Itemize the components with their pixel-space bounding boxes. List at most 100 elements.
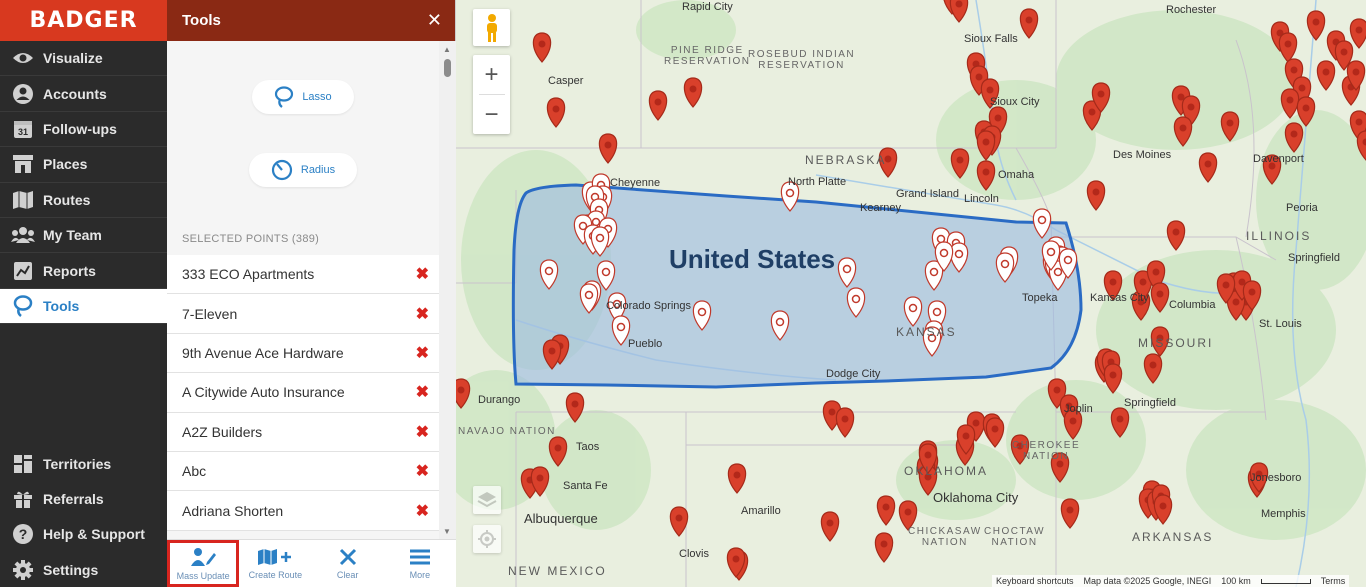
logo-text: BADGER <box>29 8 138 33</box>
sidebar-item-routes[interactable]: Routes <box>0 183 167 218</box>
city-label: Dodge City <box>826 368 881 380</box>
map-pin-dot <box>538 40 546 48</box>
city-label: Springfield <box>1288 252 1340 264</box>
city-label: Columbia <box>1169 299 1216 311</box>
remove-icon[interactable]: ✖ <box>416 461 429 481</box>
mass-update-icon <box>191 547 217 566</box>
sidebar-item-help-support[interactable]: ? Help & Support <box>0 517 167 552</box>
menu-icon <box>409 549 430 564</box>
scroll-down-icon[interactable]: ▼ <box>443 527 451 536</box>
sidebar-item-territories[interactable]: Territories <box>0 446 167 481</box>
zoom-out-button[interactable]: − <box>484 95 498 134</box>
sidebar-item-referrals[interactable]: Referrals <box>0 481 167 516</box>
map-pin-dot <box>841 415 849 423</box>
sidebar-item-places[interactable]: Places <box>0 147 167 183</box>
mass-update-button[interactable]: Mass Update <box>167 540 240 587</box>
storefront-icon <box>11 152 35 176</box>
remove-icon[interactable]: ✖ <box>416 382 429 402</box>
keyboard-shortcuts-link[interactable]: Keyboard shortcuts <box>996 576 1074 586</box>
sidebar-item-accounts[interactable]: Accounts <box>0 76 167 112</box>
city-label: Oklahoma City <box>933 490 1019 505</box>
sidebar-item-label: Referrals <box>43 490 104 507</box>
eye-icon <box>11 46 35 70</box>
list-item[interactable]: Abc ✖ <box>167 451 439 492</box>
map-pin-dot <box>1025 16 1033 24</box>
map-pin-dot <box>1222 281 1230 289</box>
lasso-button[interactable]: Lasso <box>252 80 354 114</box>
city-label: Sioux City <box>990 96 1040 108</box>
sidebar-item-follow-ups[interactable]: 31 Follow-ups <box>0 112 167 148</box>
map-pin-dot <box>962 432 970 440</box>
list-item[interactable]: A Citywide Auto Insurance ✖ <box>167 373 439 413</box>
state-label: ILLINOIS <box>1246 229 1312 243</box>
tools-panel: Tools ✕ Lasso Radius SELECTED POINTS (38… <box>167 0 456 587</box>
clear-icon <box>339 548 356 565</box>
map-pin-dot <box>1149 361 1157 369</box>
map-pin-dot <box>932 307 942 317</box>
map-pin-dot <box>775 317 785 327</box>
remove-icon[interactable]: ✖ <box>416 304 429 324</box>
map-pin-dot <box>1172 228 1180 236</box>
mass-update-label: Mass Update <box>176 570 230 581</box>
street-view-button[interactable] <box>473 9 510 46</box>
map-pin-dot <box>851 294 861 304</box>
my-location-button[interactable] <box>473 525 501 553</box>
state-label: MISSOURI <box>1138 336 1214 350</box>
scrollbar[interactable]: ▲ ▼ <box>439 41 456 539</box>
zoom-in-button[interactable]: + <box>484 55 498 94</box>
map-pin-dot <box>544 266 554 276</box>
remove-icon[interactable]: ✖ <box>416 501 429 521</box>
map-pin-dot <box>1046 247 1056 257</box>
city-label: Grand Island <box>896 188 959 200</box>
scale-bar <box>1260 578 1311 584</box>
map-pin-dot <box>1066 506 1074 514</box>
map-pin-dot <box>1000 259 1010 269</box>
remove-icon[interactable]: ✖ <box>416 343 429 363</box>
scroll-up-icon[interactable]: ▲ <box>443 45 451 54</box>
terms-link[interactable]: Terms <box>1321 576 1346 586</box>
list-item[interactable]: Adriana Shorten ✖ <box>167 491 439 531</box>
close-icon[interactable]: ✕ <box>427 10 442 31</box>
list-item[interactable]: A2Z Builders ✖ <box>167 412 439 452</box>
city-label: Springfield <box>1124 397 1176 409</box>
calendar-icon: 31 <box>11 117 35 141</box>
map-pin-dot <box>972 419 980 427</box>
map-pin-dot <box>1355 26 1363 34</box>
more-button[interactable]: More <box>384 540 456 587</box>
list-item[interactable]: 9th Avenue Ace Hardware ✖ <box>167 333 439 374</box>
app-logo[interactable]: BADGER <box>0 0 167 41</box>
map-view[interactable]: United States NEBRASKA ILLINOIS MISSOURI… <box>456 0 1366 587</box>
remove-icon[interactable]: ✖ <box>416 264 429 284</box>
lasso-label: Lasso <box>302 91 332 103</box>
list-item[interactable]: 7-Eleven ✖ <box>167 294 439 334</box>
scrollbar-thumb[interactable] <box>444 59 451 77</box>
sidebar-item-visualize[interactable]: Visualize <box>0 41 167 77</box>
create-route-button[interactable]: Create Route <box>239 540 311 587</box>
pegman-icon <box>486 13 497 42</box>
point-name: Abc <box>182 463 207 480</box>
point-name: 9th Avenue Ace Hardware <box>182 344 344 361</box>
map-pin-dot <box>785 188 795 198</box>
sidebar-item-tools[interactable]: Tools <box>0 288 167 325</box>
map-pin-dot <box>571 400 579 408</box>
sidebar-item-my-team[interactable]: My Team <box>0 218 167 254</box>
map-pin-dot <box>1116 415 1124 423</box>
sidebar-item-reports[interactable]: Reports <box>0 253 167 289</box>
layers-button[interactable] <box>473 486 501 514</box>
city-label: Clovis <box>679 548 709 560</box>
map-pin-dot <box>552 105 560 113</box>
remove-icon[interactable]: ✖ <box>416 422 429 442</box>
clear-button[interactable]: Clear <box>312 540 384 587</box>
map-pin-dot <box>908 303 918 313</box>
radius-button[interactable]: Radius <box>249 153 357 187</box>
city-label: St. Louis <box>1259 318 1302 330</box>
list-item[interactable]: 333 ECO Apartments ✖ <box>167 255 439 295</box>
sidebar-item-label: Territories <box>43 455 112 472</box>
map-pin-dot <box>1302 104 1310 112</box>
map-pin-dot <box>1298 84 1306 92</box>
radius-label: Radius <box>300 164 336 176</box>
map-pin-dot <box>982 168 990 176</box>
sidebar-item-settings[interactable]: Settings <box>0 552 167 587</box>
map-pin-dot <box>1037 215 1047 225</box>
map-data-credit: Map data ©2025 Google, INEGI <box>1083 576 1212 586</box>
